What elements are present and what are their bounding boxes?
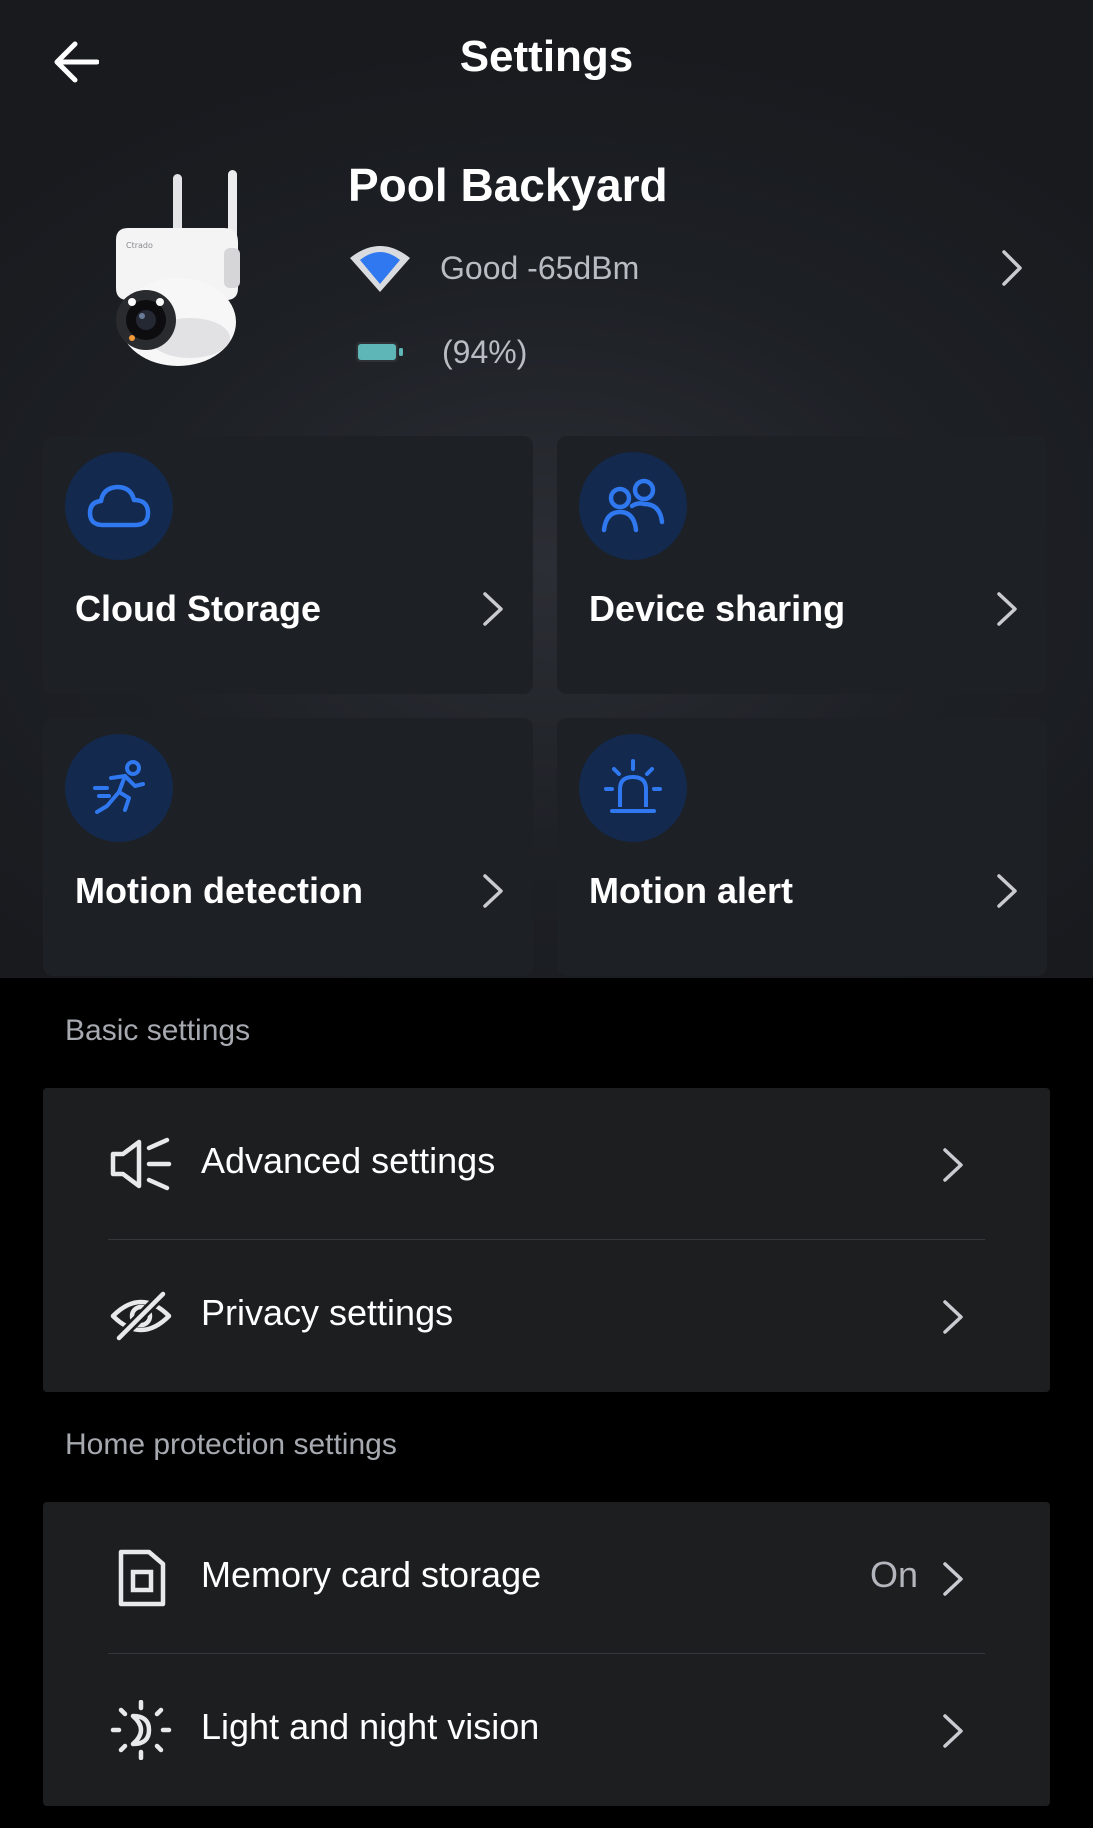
home-protection-group: Memory card storage On Light and night v… [43,1502,1050,1806]
svg-text:Ctrado: Ctrado [126,241,153,250]
chevron-right-icon [997,874,1017,908]
cloud-icon [87,484,151,528]
motion-alert-tile[interactable]: Motion alert [557,718,1047,976]
row-label: Light and night vision [201,1706,540,1747]
app-header: Settings [0,0,1093,120]
device-summary-card[interactable]: Ctrado Pool Backyard Good -65dBm (94%) [0,140,1093,400]
battery-status: (94%) [356,324,527,380]
battery-percent-text: (94%) [442,333,528,370]
eye-slash-icon [110,1289,172,1343]
row-label: Privacy settings [201,1292,454,1333]
advanced-settings-row[interactable]: Advanced settings [43,1088,1050,1240]
wifi-icon [350,246,410,292]
device-name: Pool Backyard [348,159,668,211]
section-title-basic-settings: Basic settings [65,1014,251,1047]
device-sharing-tile[interactable]: Device sharing [557,436,1047,694]
tile-label: Motion detection [75,870,363,911]
tile-label: Cloud Storage [75,588,322,629]
chevron-right-icon [997,592,1017,626]
chevron-right-icon [1002,250,1022,286]
sd-card-icon [118,1549,166,1607]
privacy-settings-row[interactable]: Privacy settings [43,1240,1050,1392]
users-icon [601,478,665,533]
speaker-settings-icon [110,1137,172,1191]
security-camera-image: Ctrado [116,170,240,366]
basic-settings-group: Advanced settings Privacy settings [43,1088,1050,1392]
running-person-icon [93,760,145,814]
chevron-right-icon [943,1714,963,1748]
row-label: Advanced settings [201,1140,496,1181]
section-title-home-protection: Home protection settings [65,1428,397,1461]
tile-label: Motion alert [589,870,793,911]
tile-label: Device sharing [589,588,846,629]
light-night-vision-row[interactable]: Light and night vision [43,1654,1050,1806]
chevron-right-icon [943,1148,963,1182]
tile-icon-circle [579,452,687,560]
tile-icon-circle [579,734,687,842]
alarm-light-icon [604,759,662,813]
tile-icon-circle [65,452,173,560]
chevron-right-icon [483,874,503,908]
wifi-status: Good -65dBm [348,240,639,296]
page-title: Settings [459,32,634,81]
memory-card-status: On [869,1554,918,1595]
chevron-right-icon [943,1300,963,1334]
tile-icon-circle [65,734,173,842]
device-overview-area: Settings Ctrado Pool Backyard Good -65dB… [0,0,1093,978]
chevron-right-icon [483,592,503,626]
motion-detection-tile[interactable]: Motion detection [43,718,533,976]
sun-moon-icon [110,1700,172,1760]
row-label: Memory card storage [201,1554,542,1595]
chevron-right-icon [943,1562,963,1596]
cloud-storage-tile[interactable]: Cloud Storage [43,436,533,694]
memory-card-storage-row[interactable]: Memory card storage On [43,1502,1050,1654]
wifi-signal-text: Good -65dBm [440,249,640,286]
settings-screen: Settings Ctrado Pool Backyard Good -65dB… [0,0,1093,1828]
battery-icon [356,342,403,362]
